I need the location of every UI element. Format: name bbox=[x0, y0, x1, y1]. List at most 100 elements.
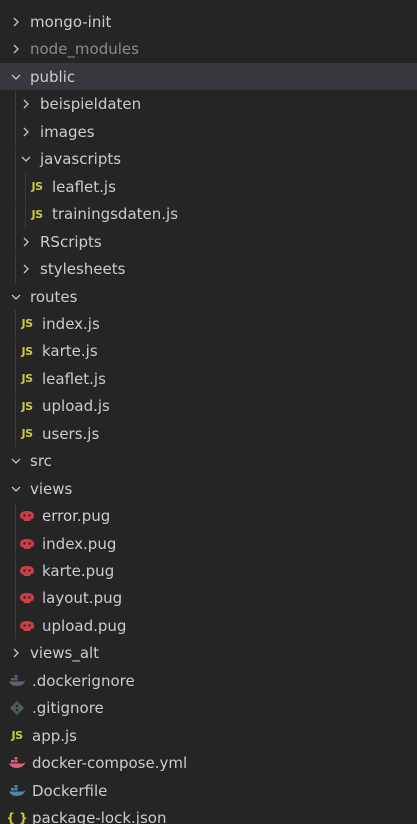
chevron-right-icon[interactable] bbox=[18, 96, 34, 112]
tree-file-users-js[interactable]: JS users.js bbox=[0, 420, 417, 448]
indent-guide bbox=[15, 90, 16, 118]
docker-compose-icon bbox=[8, 755, 26, 771]
pug-file-icon bbox=[18, 618, 36, 634]
tree-folder-beispieldaten[interactable]: beispieldaten bbox=[0, 90, 417, 118]
tree-item-label: .dockerignore bbox=[32, 671, 135, 690]
tree-folder-views-alt[interactable]: views_alt bbox=[0, 640, 417, 667]
tree-item-label: docker-compose.yml bbox=[32, 754, 188, 773]
chevron-right-icon[interactable] bbox=[18, 124, 34, 140]
chevron-down-icon[interactable] bbox=[8, 289, 24, 305]
tree-item-label: index.js bbox=[42, 314, 100, 333]
tree-item-label: trainingsdaten.js bbox=[52, 205, 179, 224]
pug-file-icon bbox=[18, 508, 36, 524]
indent-guide bbox=[15, 145, 16, 173]
tree-file-leaflet-js[interactable]: JS leaflet.js bbox=[0, 173, 417, 201]
tree-item-label: upload.js bbox=[42, 397, 110, 416]
indent-guide bbox=[15, 337, 16, 365]
tree-item-label: views bbox=[30, 479, 73, 498]
tree-file-dockerignore[interactable]: .dockerignore bbox=[0, 667, 417, 694]
tree-file-upload-js[interactable]: JS upload.js bbox=[0, 392, 417, 420]
chevron-right-icon[interactable] bbox=[18, 261, 34, 277]
tree-item-label: public bbox=[30, 67, 76, 86]
tree-file-docker-compose-yml[interactable]: docker-compose.yml bbox=[0, 750, 417, 777]
chevron-down-icon[interactable] bbox=[8, 69, 24, 85]
chevron-right-icon[interactable] bbox=[18, 234, 34, 250]
pug-file-icon bbox=[18, 536, 36, 552]
git-icon bbox=[8, 700, 26, 716]
tree-file-upload-pug[interactable]: upload.pug bbox=[0, 612, 417, 640]
indent-guide bbox=[15, 502, 16, 530]
file-explorer: mongo-init node_modulespublic beispieldate… bbox=[0, 0, 417, 824]
tree-folder-node-modules[interactable]: node_modules bbox=[0, 36, 417, 63]
tree-item-label: index.pug bbox=[42, 534, 117, 553]
indent-guide bbox=[15, 392, 16, 420]
indent-guide bbox=[15, 228, 16, 256]
tree-item-label: RScripts bbox=[40, 232, 102, 251]
chevron-right-icon[interactable] bbox=[8, 645, 24, 661]
chevron-down-icon[interactable] bbox=[8, 453, 24, 469]
js-file-icon: JS bbox=[21, 399, 33, 413]
tree-item-label: node_modules bbox=[30, 40, 139, 59]
tree-item-label: stylesheets bbox=[40, 260, 126, 279]
tree-file-index-pug[interactable]: index.pug bbox=[0, 530, 417, 558]
tree-folder-rscripts[interactable]: RScripts bbox=[0, 228, 417, 256]
pug-file-icon bbox=[18, 563, 36, 579]
js-file-icon: JS bbox=[21, 427, 33, 441]
chevron-down-icon[interactable] bbox=[18, 151, 34, 167]
tree-file-leaflet-js[interactable]: JS leaflet.js bbox=[0, 365, 417, 393]
indent-guide bbox=[15, 173, 16, 201]
tree-file-app-js[interactable]: JS app.js bbox=[0, 722, 417, 749]
tree-item-label: beispieldaten bbox=[40, 95, 142, 114]
chevron-down-icon[interactable] bbox=[8, 481, 24, 497]
tree-file-trainingsdaten-js[interactable]: JS trainingsdaten.js bbox=[0, 200, 417, 228]
indent-guide bbox=[15, 557, 16, 585]
tree-file-dockerfile[interactable]: Dockerfile bbox=[0, 777, 417, 804]
tree-item-label: karte.pug bbox=[42, 562, 115, 580]
tree-file-karte-pug[interactable]: karte.pug bbox=[0, 557, 417, 585]
indent-guide bbox=[15, 255, 16, 283]
tree-folder-views[interactable]: views bbox=[0, 475, 417, 502]
chevron-right-icon[interactable] bbox=[8, 41, 24, 57]
chevron-right-icon[interactable] bbox=[8, 14, 24, 30]
tree-item-label: routes bbox=[30, 287, 78, 306]
tree-item-label: leaflet.js bbox=[42, 369, 106, 388]
js-file-icon: JS bbox=[31, 180, 43, 194]
tree-file-layout-pug[interactable]: layout.pug bbox=[0, 584, 417, 612]
tree-folder-javascripts[interactable]: javascripts bbox=[0, 145, 417, 173]
js-file-icon: JS bbox=[11, 729, 23, 743]
js-file-icon: JS bbox=[21, 317, 33, 331]
indent-guide bbox=[15, 365, 16, 393]
tree-item-label: upload.pug bbox=[42, 616, 127, 635]
tree-file-package-lock-json[interactable]: { } package-lock.json bbox=[0, 805, 417, 824]
tree-file-error-pug[interactable]: error.pug bbox=[0, 502, 417, 530]
tree-folder-src[interactable]: src bbox=[0, 448, 417, 475]
tree-folder-mongo-init[interactable]: mongo-init bbox=[0, 9, 417, 36]
tree-item-label: Dockerfile bbox=[32, 781, 108, 800]
tree-item-label: javascripts bbox=[40, 150, 122, 169]
js-file-icon: JS bbox=[21, 344, 33, 358]
tree-folder-stylesheets[interactable]: stylesheets bbox=[0, 255, 417, 283]
indent-guide bbox=[15, 118, 16, 146]
docker-ignore-icon bbox=[8, 673, 26, 689]
js-file-icon: JS bbox=[31, 207, 43, 221]
tree-file-gitignore[interactable]: .gitignore bbox=[0, 695, 417, 722]
tree-folder-images[interactable]: images bbox=[0, 118, 417, 146]
tree-folder-public[interactable]: public bbox=[0, 63, 417, 91]
tree-item-label: images bbox=[40, 122, 95, 141]
js-file-icon: JS bbox=[21, 372, 33, 386]
tree-file-index-js[interactable]: JS index.js bbox=[0, 310, 417, 338]
tree-item-label: layout.pug bbox=[42, 589, 123, 608]
indent-guide bbox=[15, 612, 16, 640]
pug-file-icon bbox=[18, 590, 36, 606]
tree-item-label: .gitignore bbox=[32, 699, 104, 718]
tree-item-label: error.pug bbox=[42, 507, 111, 526]
indent-guide bbox=[15, 310, 16, 338]
docker-icon bbox=[8, 783, 26, 799]
tree-folder-routes[interactable]: routes bbox=[0, 283, 417, 310]
tree-file-karte-js[interactable]: JS karte.js bbox=[0, 337, 417, 365]
indent-guide bbox=[15, 584, 16, 612]
tree-item-label: views_alt bbox=[30, 644, 100, 663]
indent-guide bbox=[15, 530, 16, 558]
indent-guide bbox=[15, 200, 16, 228]
tree-item-label: leaflet.js bbox=[52, 177, 116, 196]
